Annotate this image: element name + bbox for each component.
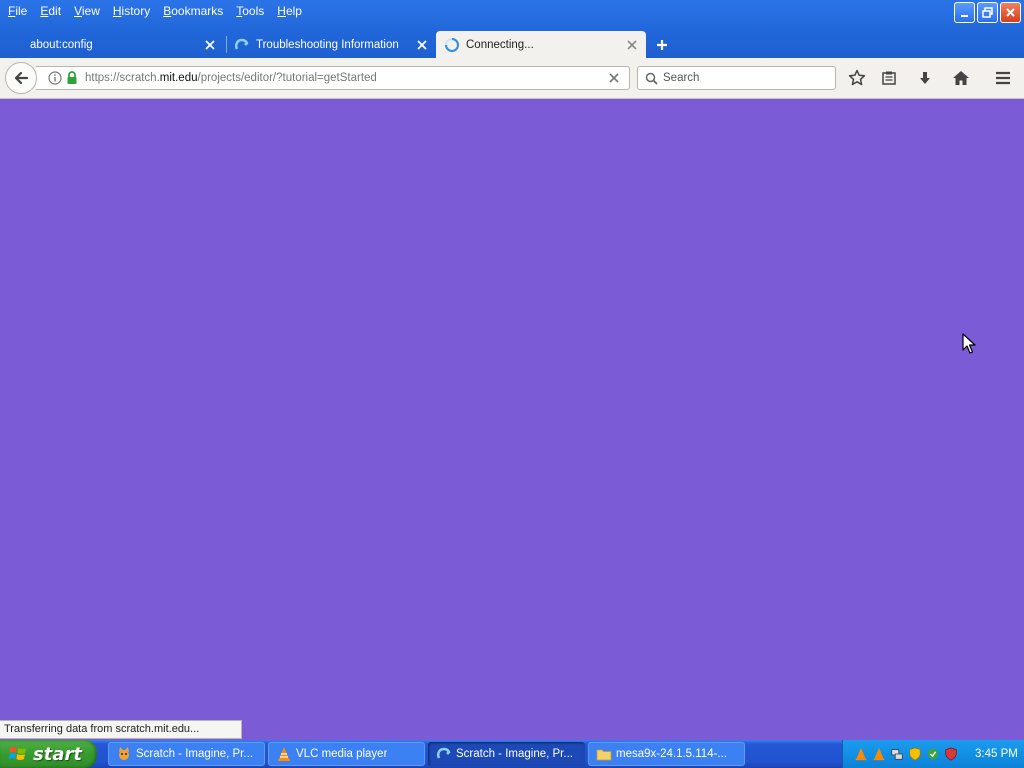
loading-spinner-icon [444,37,460,53]
vlc-cone-icon[interactable] [871,746,887,762]
close-icon [1006,8,1015,17]
taskbar-button-vlc[interactable]: VLC media player [268,742,425,766]
taskbar-button-label: Scratch - Imagine, Pr... [136,748,253,760]
firefox-swirl-icon [234,37,250,53]
menu-file[interactable]: File [3,1,35,21]
star-icon [848,69,866,86]
close-window-button[interactable] [1000,2,1021,23]
info-icon[interactable] [46,69,64,87]
taskbar-button-label: mesa9x-24.1.5.114-... [616,748,728,760]
tab-strip: about:config Troubleshooting Information… [0,31,1024,58]
home-button[interactable] [950,67,972,89]
home-icon [953,71,969,85]
vlc-cone-icon[interactable] [853,746,869,762]
url-bar[interactable]: https://scratch.mit.edu/projects/editor/… [36,66,630,90]
taskbar-button-label: Scratch - Imagine, Pr... [456,748,573,760]
menu-bookmarks[interactable]: Bookmarks [158,1,231,21]
antivirus-shield-icon[interactable] [943,746,959,762]
menu-edit[interactable]: Edit [35,1,69,21]
hamburger-menu-icon [996,71,1010,85]
url-text[interactable]: https://scratch.mit.edu/projects/editor/… [85,72,605,84]
window-controls [954,2,1021,23]
taskbar-button-folder[interactable]: mesa9x-24.1.5.114-... [588,742,745,766]
mouse-cursor-icon [962,333,976,354]
clipboard-icon [882,71,896,85]
tab-close-button[interactable] [624,37,640,53]
search-bar[interactable] [637,66,836,90]
lock-icon[interactable] [65,70,79,86]
tab-about-config[interactable]: about:config [6,31,224,58]
network-icon[interactable] [889,746,905,762]
stop-loading-button[interactable] [605,69,623,87]
windows-flag-icon [9,747,26,760]
search-input[interactable] [663,72,823,84]
restore-button[interactable] [977,2,998,23]
close-icon [205,39,215,50]
minimize-icon [961,15,968,17]
restore-icon [982,7,993,18]
clock[interactable]: 3:45 PM [975,748,1018,760]
menu-view[interactable]: View [69,1,108,21]
arrow-left-icon [14,71,29,85]
status-panel: Transferring data from scratch.mit.edu..… [0,720,242,739]
tab-label: Troubleshooting Information [256,38,399,51]
tab-label: Connecting... [466,38,534,51]
start-button[interactable]: start [0,740,97,768]
vlc-cone-icon [276,746,292,762]
download-arrow-icon [920,72,930,84]
tab-close-button[interactable] [202,37,218,53]
taskbar: start Scratch - Imagine, Pr... VLC media… [0,740,1024,768]
taskbar-button-scratch[interactable]: Scratch - Imagine, Pr... [108,742,265,766]
firefox-swirl-icon [436,746,452,762]
page-content [0,99,1024,740]
close-icon [417,39,427,50]
folder-icon [596,746,612,762]
browser-chrome: File Edit View History Bookmarks Tools H… [0,0,1024,99]
new-tab-button[interactable] [652,35,672,55]
bookmark-button[interactable] [846,67,868,89]
menu-help[interactable]: Help [272,1,310,21]
open-menu-button[interactable] [992,67,1014,89]
tab-troubleshooting[interactable]: Troubleshooting Information [226,31,436,58]
tab-close-button[interactable] [414,37,430,53]
scratch-cat-icon [116,746,132,762]
reading-list-button[interactable] [878,67,900,89]
close-icon [627,39,637,50]
menu-history[interactable]: History [108,1,158,21]
taskbar-button-firefox[interactable]: Scratch - Imagine, Pr... [428,742,585,766]
tab-connecting[interactable]: Connecting... [436,31,646,58]
search-icon [643,70,659,86]
menu-bar: File Edit View History Bookmarks Tools H… [0,0,940,22]
taskbar-button-label: VLC media player [296,748,388,760]
plus-icon [657,40,667,50]
update-icon[interactable] [925,746,941,762]
navigation-toolbar: https://scratch.mit.edu/projects/editor/… [0,58,1024,99]
menu-tools[interactable]: Tools [231,1,272,21]
security-shield-icon[interactable] [907,746,923,762]
back-button[interactable] [5,62,37,94]
tab-label: about:config [30,38,93,51]
close-icon [609,73,619,83]
start-label: start [33,743,82,765]
system-tray: 3:45 PM [842,740,1024,768]
minimize-button[interactable] [954,2,975,23]
downloads-button[interactable] [914,67,936,89]
